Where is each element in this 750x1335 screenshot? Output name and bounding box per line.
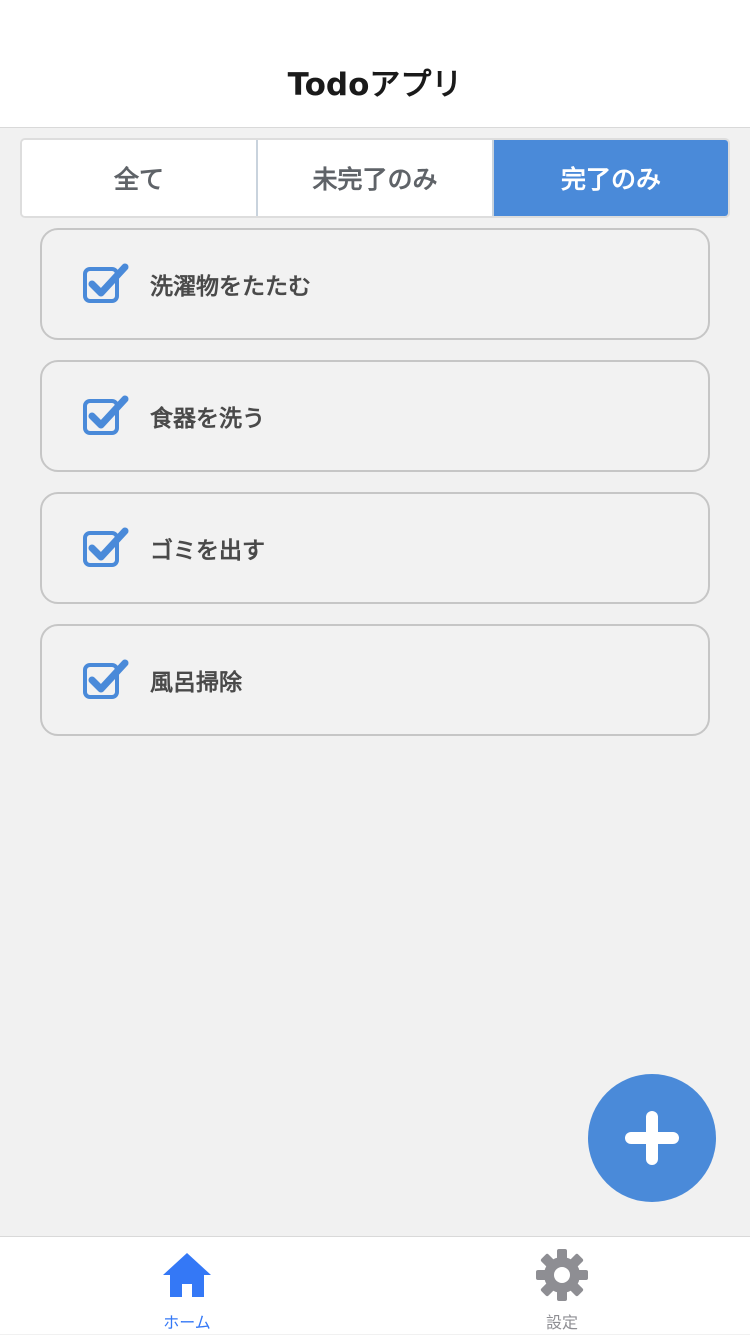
tab-home[interactable]: ホーム [87,1237,287,1335]
gear-icon [536,1249,588,1301]
todo-title: 洗濯物をたたむ [150,274,311,300]
plus-icon [625,1111,679,1165]
tab-settings[interactable]: 設定 [462,1237,662,1335]
checkbox-checked-icon[interactable] [82,262,130,306]
todo-list: 洗濯物をたたむ 食器を洗う ゴミを出す 風呂掃除 [40,228,710,756]
todo-item[interactable]: 食器を洗う [40,360,710,472]
todo-item[interactable]: ゴミを出す [40,492,710,604]
todo-title: ゴミを出す [150,538,265,564]
filter-segmented-control: 全て 未完了のみ 完了のみ [20,138,730,218]
tab-home-label: ホーム [163,1313,211,1332]
checkbox-checked-icon[interactable] [82,526,130,570]
bottom-tab-bar: ホーム 設定 [0,1236,750,1334]
filter-incomplete-button[interactable]: 未完了のみ [256,140,492,216]
filter-completed-button[interactable]: 完了のみ [492,140,728,216]
page-title: Todoアプリ [287,67,463,103]
todo-item[interactable]: 風呂掃除 [40,624,710,736]
checkbox-checked-icon[interactable] [82,658,130,702]
todo-title: 食器を洗う [150,406,265,432]
checkbox-checked-icon[interactable] [82,394,130,438]
tab-settings-label: 設定 [545,1313,578,1332]
todo-item[interactable]: 洗濯物をたたむ [40,228,710,340]
home-icon [163,1253,211,1297]
filter-all-button[interactable]: 全て [22,140,256,216]
header-bar: Todoアプリ [0,0,750,128]
todo-title: 風呂掃除 [150,670,242,696]
add-todo-button[interactable] [588,1074,716,1202]
